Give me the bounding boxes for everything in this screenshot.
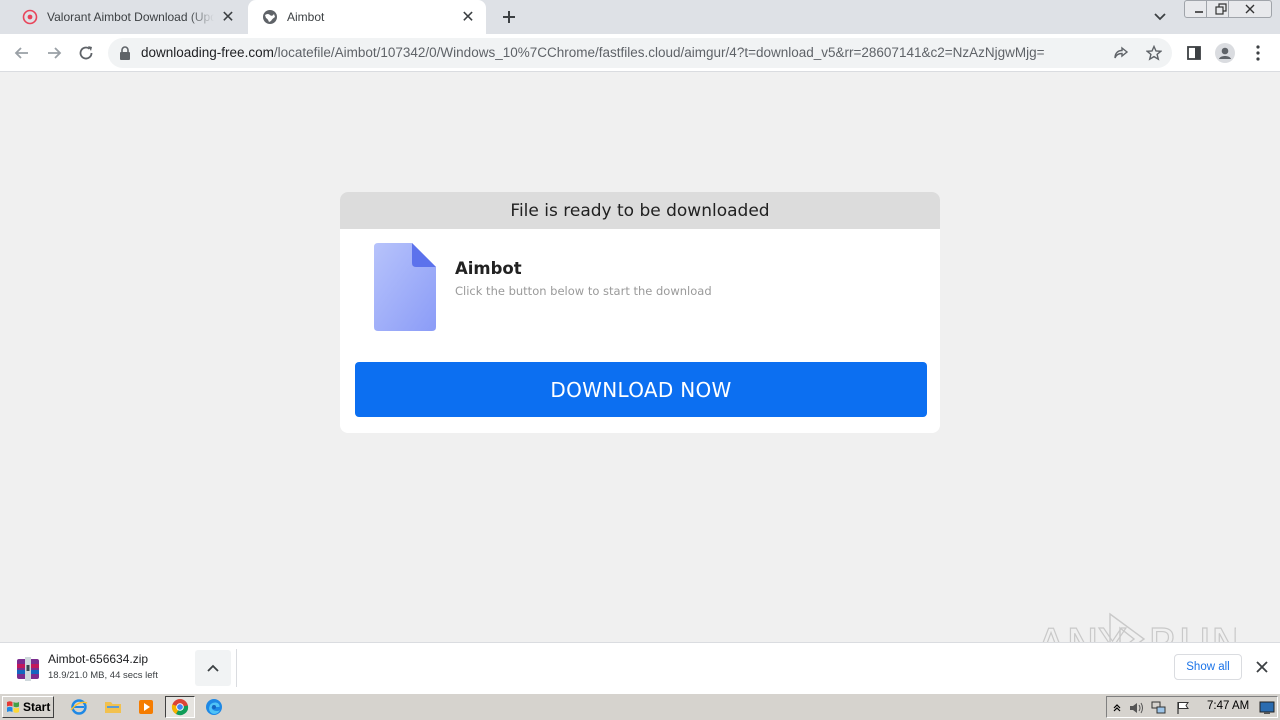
- chevron-up-icon: [1113, 704, 1121, 712]
- folder-icon: [105, 702, 121, 713]
- action-center-button[interactable]: [1175, 700, 1191, 716]
- close-shelf-button[interactable]: [1252, 657, 1272, 677]
- chevron-up-icon: [207, 664, 219, 672]
- arrow-left-icon: [14, 47, 28, 59]
- lock-icon: [120, 46, 130, 60]
- windows-logo-icon: [7, 701, 19, 713]
- flag-icon: [1177, 702, 1189, 714]
- reload-button[interactable]: [73, 40, 99, 66]
- show-hidden-icons-button[interactable]: [1109, 700, 1125, 716]
- minimize-icon: [1195, 11, 1203, 13]
- windows-taskbar: Start 7:47 AM: [0, 693, 1280, 720]
- card-header: File is ready to be downloaded: [340, 192, 940, 229]
- chevron-down-icon: [1154, 13, 1166, 21]
- network-icon: [1151, 701, 1166, 714]
- forward-button[interactable]: [41, 40, 67, 66]
- internet-explorer-icon: [70, 699, 88, 715]
- share-icon: [1114, 46, 1129, 59]
- start-label: Start: [23, 700, 51, 714]
- taskbar-media-player[interactable]: [131, 696, 161, 718]
- url-host: downloading-free.com: [141, 45, 274, 60]
- speaker-icon: [1130, 702, 1143, 714]
- file-name: Aimbot: [455, 259, 522, 278]
- url-text[interactable]: downloading-free.com/locatefile/Aimbot/1…: [141, 45, 1101, 60]
- desktop-icon: [1259, 701, 1275, 714]
- network-button[interactable]: [1151, 700, 1167, 716]
- browser-toolbar: downloading-free.com/locatefile/Aimbot/1…: [0, 34, 1280, 72]
- avatar-icon: [1215, 43, 1235, 63]
- menu-button[interactable]: [1247, 42, 1269, 64]
- back-button[interactable]: [9, 40, 35, 66]
- volume-button[interactable]: [1129, 700, 1145, 716]
- restore-icon: [1215, 3, 1227, 15]
- url-path: /locatefile/Aimbot/107342/0/Windows_10%7…: [273, 45, 1045, 60]
- tab-aimbot[interactable]: Aimbot ✕: [248, 0, 486, 34]
- download-now-button[interactable]: DOWNLOAD NOW: [355, 362, 927, 417]
- reload-icon: [79, 46, 93, 60]
- tab-title: Valorant Aimbot Download (Updated: [47, 10, 214, 24]
- side-panel-button[interactable]: [1183, 42, 1205, 64]
- download-options-button[interactable]: [195, 650, 231, 686]
- show-desktop-button[interactable]: [1259, 700, 1275, 716]
- download-shelf: Aimbot-656634.zip 18.9/21.0 MB, 44 secs …: [0, 642, 1280, 693]
- close-tab-icon[interactable]: ✕: [220, 9, 236, 26]
- chrome-icon: [171, 699, 189, 716]
- document-icon: [374, 243, 436, 331]
- tab-strip: Valorant Aimbot Download (Updated ✕ Aimb…: [0, 0, 1280, 34]
- kebab-menu-icon: [1256, 45, 1260, 61]
- taskbar-chrome[interactable]: [165, 696, 195, 718]
- plus-icon: [503, 11, 515, 23]
- file-instructions: Click the button below to start the down…: [455, 284, 712, 298]
- taskbar-file-explorer[interactable]: [98, 696, 128, 718]
- side-panel-icon: [1187, 46, 1201, 60]
- start-button[interactable]: Start: [2, 696, 54, 718]
- tab-title: Aimbot: [287, 10, 325, 24]
- profile-button[interactable]: [1214, 42, 1236, 64]
- new-tab-button[interactable]: [497, 5, 521, 29]
- show-all-button[interactable]: Show all: [1174, 654, 1242, 680]
- taskbar-internet-explorer[interactable]: [64, 696, 94, 718]
- edge-icon: [206, 699, 222, 715]
- close-icon: [1245, 4, 1255, 14]
- archive-icon: [17, 657, 39, 681]
- globe-icon: [263, 10, 277, 24]
- close-icon: [1256, 661, 1268, 673]
- system-tray: 7:47 AM: [1106, 696, 1278, 718]
- download-status: 18.9/21.0 MB, 44 secs left: [48, 670, 158, 681]
- media-player-icon: [139, 700, 153, 714]
- tab-search-button[interactable]: [1150, 7, 1170, 27]
- download-card: File is ready to be downloaded Aimbot Cl…: [340, 192, 940, 433]
- star-icon: [1146, 45, 1162, 61]
- shelf-divider: [236, 649, 237, 687]
- taskbar-edge[interactable]: [199, 696, 229, 718]
- target-icon: [22, 9, 38, 25]
- close-tab-icon[interactable]: ✕: [460, 9, 476, 26]
- tab-valorant-aimbot[interactable]: Valorant Aimbot Download (Updated ✕: [8, 0, 246, 34]
- close-window-button[interactable]: [1228, 0, 1272, 18]
- address-bar[interactable]: downloading-free.com/locatefile/Aimbot/1…: [108, 38, 1172, 68]
- taskbar-clock[interactable]: 7:47 AM: [1207, 700, 1249, 712]
- download-file-name[interactable]: Aimbot-656634.zip: [48, 652, 148, 666]
- arrow-right-icon: [48, 47, 62, 59]
- bookmark-button[interactable]: [1145, 44, 1163, 62]
- share-button[interactable]: [1112, 44, 1130, 62]
